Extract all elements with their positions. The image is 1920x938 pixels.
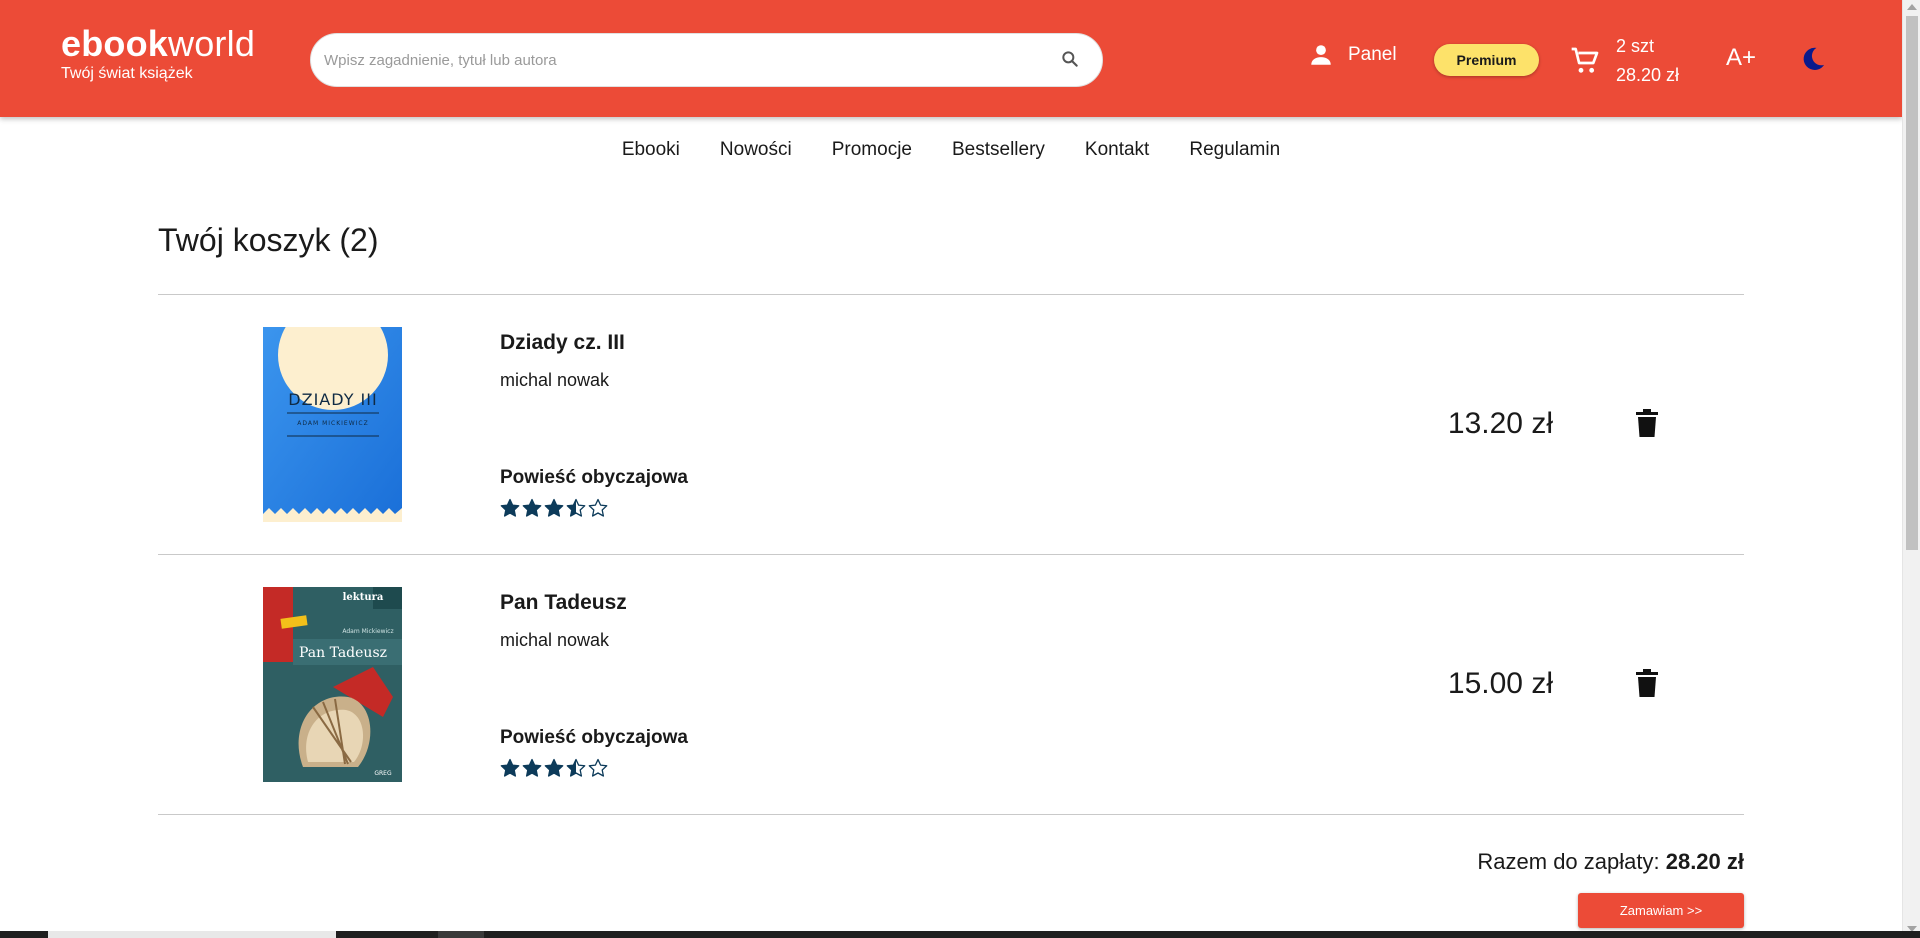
star-empty-icon	[588, 498, 608, 517]
cover-author: Adam Mickiewicz	[342, 628, 393, 635]
cart-count: 2 szt	[1616, 36, 1655, 56]
total-value: 28.20 zł	[1665, 849, 1744, 874]
nav-item-nowosci[interactable]: Nowości	[720, 139, 792, 161]
order-button[interactable]: Zamawiam >>	[1578, 893, 1744, 928]
cart-total: 28.20 zł	[1616, 65, 1680, 85]
rating-stars	[500, 758, 608, 778]
scrollbar[interactable]	[1902, 0, 1920, 938]
logo-tagline: Twój świat książek	[61, 65, 193, 82]
cover-title: DZIADY III	[288, 390, 377, 409]
svg-text:GREG: GREG	[374, 770, 392, 777]
book-cover[interactable]: DZIADY III ADAM MICKIEWICZ	[263, 327, 402, 522]
cart-icon	[1571, 47, 1599, 73]
cart-item: DZIADY III ADAM MICKIEWICZ Dziady cz. II…	[158, 295, 1744, 553]
trash-icon[interactable]	[1636, 409, 1658, 442]
premium-button[interactable]: Premium	[1434, 44, 1539, 76]
cover-badge: lektura	[343, 592, 384, 603]
scroll-up-arrow-icon[interactable]	[1907, 4, 1917, 10]
moon-icon[interactable]	[1799, 45, 1827, 78]
book-cover[interactable]: lektura Adam Mickiewicz Pan Tadeusz GREG	[263, 587, 402, 782]
book-price: 15.00 zł	[1447, 667, 1553, 700]
logo-text: ebookworld	[61, 23, 256, 64]
star-full-icon	[544, 498, 564, 517]
star-full-icon	[500, 498, 520, 517]
book-genre: Powieść obyczajowa	[500, 727, 688, 748]
taskbar-strip	[0, 931, 1920, 938]
book-author: michal nowak	[500, 630, 610, 650]
book-price: 13.20 zł	[1447, 407, 1553, 440]
main-nav: Ebooki Nowości Promocje Bestsellery Kont…	[0, 139, 1902, 161]
star-full-icon	[522, 498, 542, 517]
book-title[interactable]: Pan Tadeusz	[500, 591, 627, 615]
cover-title: Pan Tadeusz	[299, 645, 387, 661]
trash-icon[interactable]	[1636, 669, 1658, 702]
book-author: michal nowak	[500, 370, 610, 390]
order-total: Razem do zapłaty: 28.20 zł	[1300, 849, 1744, 875]
nav-item-regulamin[interactable]: Regulamin	[1189, 139, 1280, 161]
cover-author: ADAM MICKIEWICZ	[297, 420, 368, 427]
user-icon	[1311, 45, 1331, 65]
font-size-button[interactable]: A+	[1726, 44, 1756, 72]
total-label: Razem do zapłaty:	[1477, 849, 1660, 874]
star-half-icon	[566, 498, 586, 517]
book-title[interactable]: Dziady cz. III	[500, 331, 625, 355]
page-title: Twój koszyk (2)	[158, 222, 379, 258]
scroll-thumb[interactable]	[1906, 16, 1918, 550]
search-input[interactable]	[324, 34, 1044, 86]
star-empty-icon	[588, 758, 608, 777]
cart-item: lektura Adam Mickiewicz Pan Tadeusz GREG…	[158, 555, 1744, 813]
divider	[158, 814, 1744, 815]
search-box	[310, 33, 1103, 87]
star-full-icon	[500, 758, 520, 777]
panel-label: Panel	[1348, 44, 1397, 65]
nav-item-bestsellery[interactable]: Bestsellery	[952, 139, 1045, 161]
nav-item-ebooki[interactable]: Ebooki	[622, 139, 680, 161]
logo[interactable]: ebookworld Twój świat książek	[61, 24, 255, 83]
star-full-icon	[544, 758, 564, 777]
header-bar: ebookworld Twój świat książek Panel Prem…	[0, 0, 1902, 117]
nav-item-kontakt[interactable]: Kontakt	[1085, 139, 1149, 161]
search-icon[interactable]	[1060, 49, 1082, 71]
nav-item-promocje[interactable]: Promocje	[832, 139, 912, 161]
rating-stars	[500, 498, 608, 518]
star-full-icon	[522, 758, 542, 777]
book-genre: Powieść obyczajowa	[500, 467, 688, 488]
star-half-icon	[566, 758, 586, 777]
cart-button[interactable]: 2 szt 28.20 zł	[1569, 32, 1679, 90]
panel-button[interactable]: Panel	[1308, 42, 1397, 68]
